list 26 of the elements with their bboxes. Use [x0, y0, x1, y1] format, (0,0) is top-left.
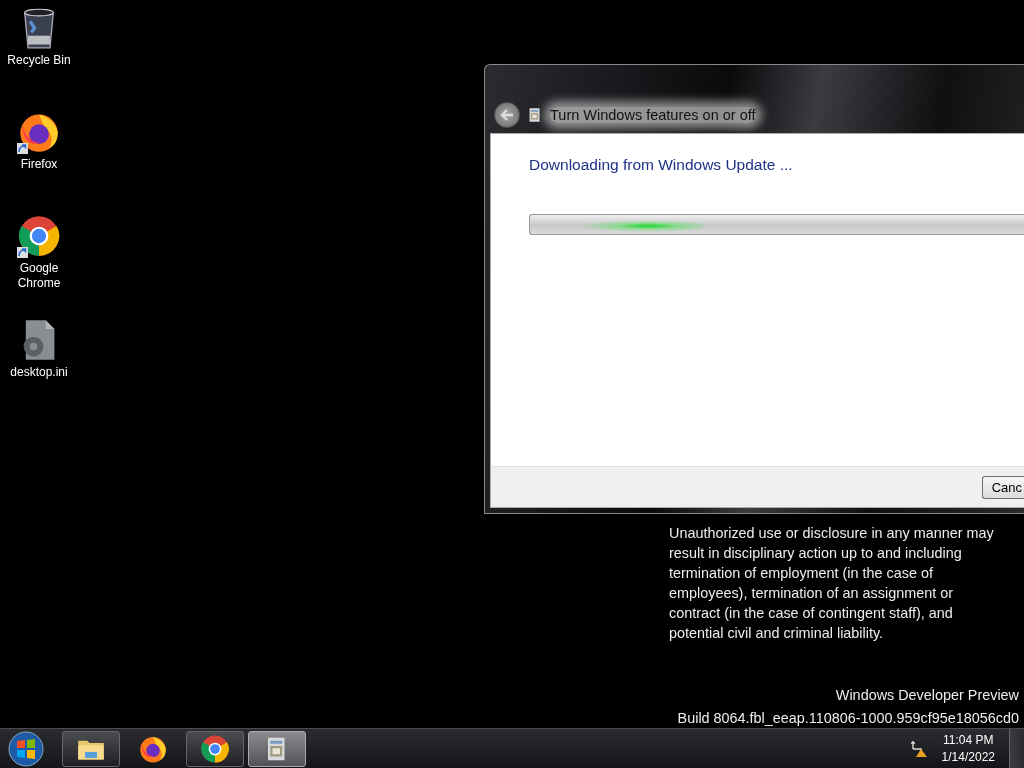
desktop-shortcut[interactable]: desktop.ini	[0, 318, 78, 380]
desktop-shortcut[interactable]: Google Chrome	[0, 214, 78, 291]
desktop-shortcut[interactable]: Recycle Bin	[0, 6, 78, 68]
window-title: Turn Windows features on or off	[550, 107, 756, 123]
desktop-icon-label: Google Chrome	[16, 261, 62, 291]
desktop-icon-label: Recycle Bin	[6, 53, 72, 68]
clock-date: 1/14/2022	[941, 748, 995, 766]
status-heading: Downloading from Windows Update ...	[529, 156, 794, 174]
desktop-icon-label: Firefox	[19, 157, 59, 172]
chrome-icon	[17, 214, 61, 258]
back-arrow-icon	[500, 109, 514, 121]
cancel-button[interactable]: Canc	[981, 475, 1024, 499]
network-warning-icon	[909, 739, 928, 758]
desktop-icon-label: desktop.ini	[9, 365, 69, 380]
taskbar-button[interactable]	[248, 730, 306, 767]
taskbar-button[interactable]	[186, 730, 244, 767]
clock-time: 11:04 PM	[942, 731, 995, 749]
edition-label: Windows Developer Preview	[835, 686, 1019, 705]
desktop-shortcut[interactable]: Firefox	[0, 110, 78, 172]
back-button[interactable]	[494, 102, 520, 128]
legal-notice: Unauthorized use or disclosure in any manner may result in disciplinary action up to and including termination of employment (in the case of employees), termination of an assignment or contract (in the case of contingent staff), and potential civil and criminal liability.	[669, 524, 995, 643]
build-label: Build 8064.fbl_eeap.110806-1000.959cf95e18056cd0	[677, 709, 1019, 728]
show-desktop-button[interactable]	[1009, 729, 1024, 768]
chrome-icon	[200, 733, 230, 764]
taskbar-button[interactable]	[62, 730, 120, 767]
start-button[interactable]	[8, 730, 44, 767]
